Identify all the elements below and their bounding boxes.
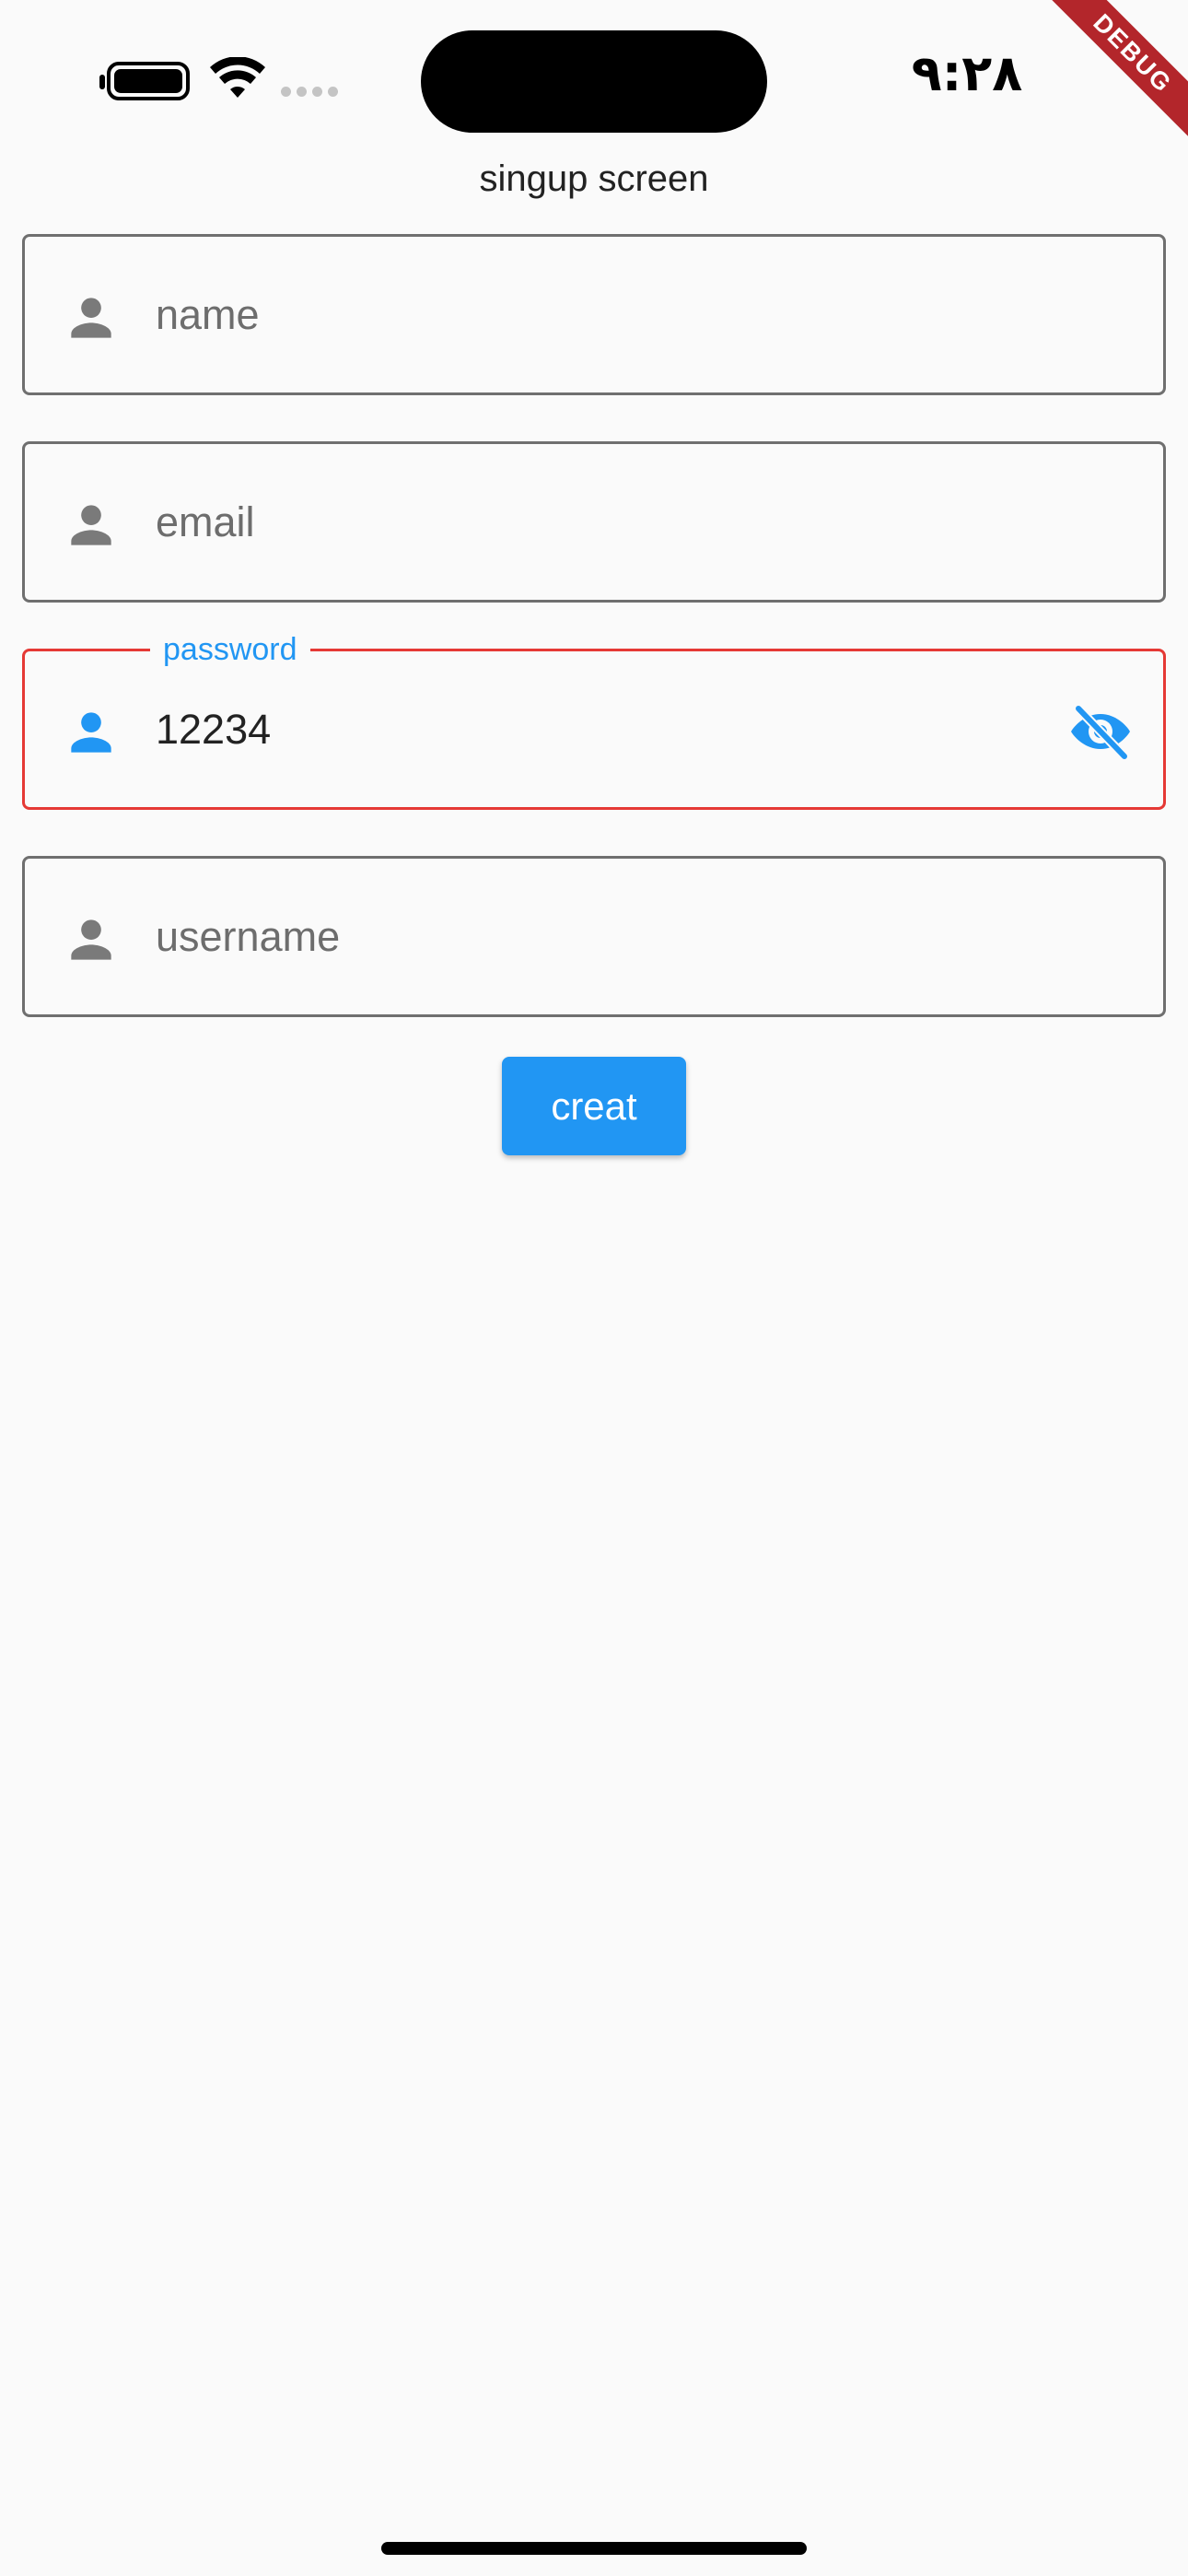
person-icon: [71, 712, 111, 753]
cellular-signal-icon: [281, 87, 338, 97]
page-title: singup screen: [479, 158, 709, 199]
email-placeholder: email: [156, 498, 255, 545]
person-icon: [71, 919, 111, 960]
create-button[interactable]: creat: [502, 1057, 686, 1155]
password-field[interactable]: password 12234: [22, 631, 1166, 810]
status-time: ٩:٢٨: [911, 44, 1023, 102]
status-bar: ٩:٢٨: [0, 0, 1188, 157]
visibility-off-icon[interactable]: [1069, 703, 1132, 760]
battery-icon: [99, 62, 190, 100]
signup-screen: ٩:٢٨ DEBUG singup screen name email pass…: [0, 0, 1188, 2576]
person-icon: [71, 298, 111, 338]
username-placeholder: username: [156, 913, 341, 960]
password-value: 12234: [156, 706, 272, 753]
dynamic-island: [421, 30, 767, 133]
home-indicator[interactable]: [381, 2542, 807, 2555]
name-placeholder: name: [156, 291, 260, 338]
name-field[interactable]: name: [22, 234, 1166, 395]
wifi-icon: [210, 57, 265, 98]
email-field[interactable]: email: [22, 441, 1166, 603]
username-field[interactable]: username: [22, 856, 1166, 1017]
debug-banner-label: DEBUG: [1041, 0, 1188, 146]
person-icon: [71, 505, 111, 545]
debug-banner: DEBUG: [1022, 0, 1188, 166]
